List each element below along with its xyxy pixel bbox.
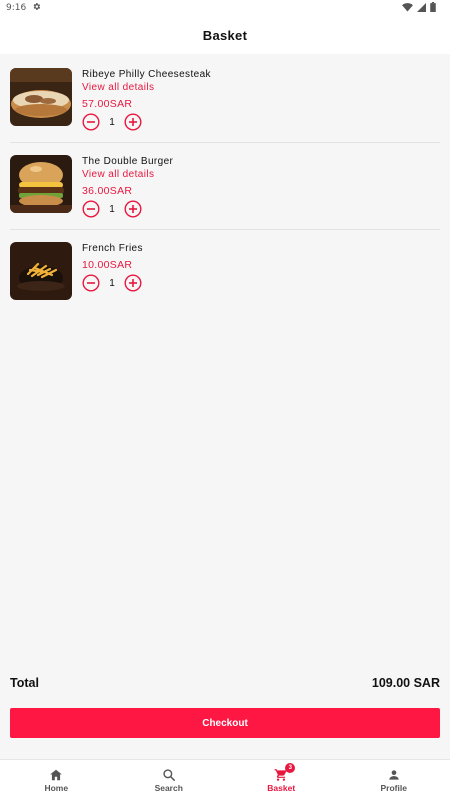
quantity-value: 1 [109,203,115,215]
bottom-nav: Home Search 3 Basket Profile [0,759,450,800]
quantity-value: 1 [109,277,115,289]
nav-item-search[interactable]: Search [113,760,226,800]
plus-circle-icon [124,274,142,292]
view-details-link[interactable]: View all details [82,168,173,181]
home-icon [49,768,63,782]
total-value: 109.00 SAR [371,676,440,690]
settings-icon [32,2,41,14]
increase-quantity-button[interactable] [124,274,142,292]
item-name: Ribeye Philly Cheesesteak [82,69,211,80]
nav-item-basket[interactable]: 3 Basket [225,760,338,800]
nav-label: Profile [380,782,407,793]
increase-quantity-button[interactable] [124,200,142,218]
nav-item-home[interactable]: Home [0,760,113,800]
decrease-quantity-button[interactable] [82,200,100,218]
quantity-stepper: 1 [82,113,211,131]
increase-quantity-button[interactable] [124,113,142,131]
item-price: 36.00SAR [82,185,133,197]
person-icon [387,768,401,782]
burger-image [10,155,72,213]
minus-circle-icon [82,274,100,292]
decrease-quantity-button[interactable] [82,113,100,131]
minus-circle-icon [82,200,100,218]
battery-icon [430,0,436,17]
minus-circle-icon [82,113,100,131]
total-row: Total 109.00 SAR [10,676,440,690]
total-label: Total [10,676,39,690]
item-name: The Double Burger [82,156,174,167]
basket-item: Ribeye Philly Cheesesteak View all detai… [10,56,440,143]
nav-item-profile[interactable]: Profile [338,760,450,800]
item-price: 57.00SAR [82,98,133,110]
cheesesteak-image [10,68,72,126]
cart-icon: 3 [274,762,296,782]
app-header: Basket [0,16,450,54]
item-price: 10.00SAR [82,259,133,271]
basket-list: Ribeye Philly Cheesesteak View all detai… [10,56,440,317]
page-title: Basket [202,27,248,43]
nav-label: Search [154,782,183,793]
quantity-stepper: 1 [82,274,143,292]
fries-image [10,242,72,300]
checkout-button[interactable]: Checkout [10,708,440,738]
item-name: French Fries [82,243,143,254]
quantity-stepper: 1 [82,200,173,218]
status-time: 9:16 [6,3,27,13]
signal-icon [417,0,426,17]
plus-circle-icon [124,200,142,218]
nav-label: Basket [267,782,296,793]
plus-circle-icon [124,113,142,131]
status-bar: 9:16 [0,0,450,16]
cart-count-badge: 3 [285,762,296,773]
basket-item: The Double Burger View all details 36.00… [10,143,440,230]
decrease-quantity-button[interactable] [82,274,100,292]
nav-label: Home [44,782,69,793]
quantity-value: 1 [109,116,115,128]
view-details-link[interactable]: View all details [82,81,211,94]
wifi-icon [402,0,413,17]
basket-item: French Fries 10.00SAR 1 [10,230,440,317]
search-icon [162,768,176,782]
